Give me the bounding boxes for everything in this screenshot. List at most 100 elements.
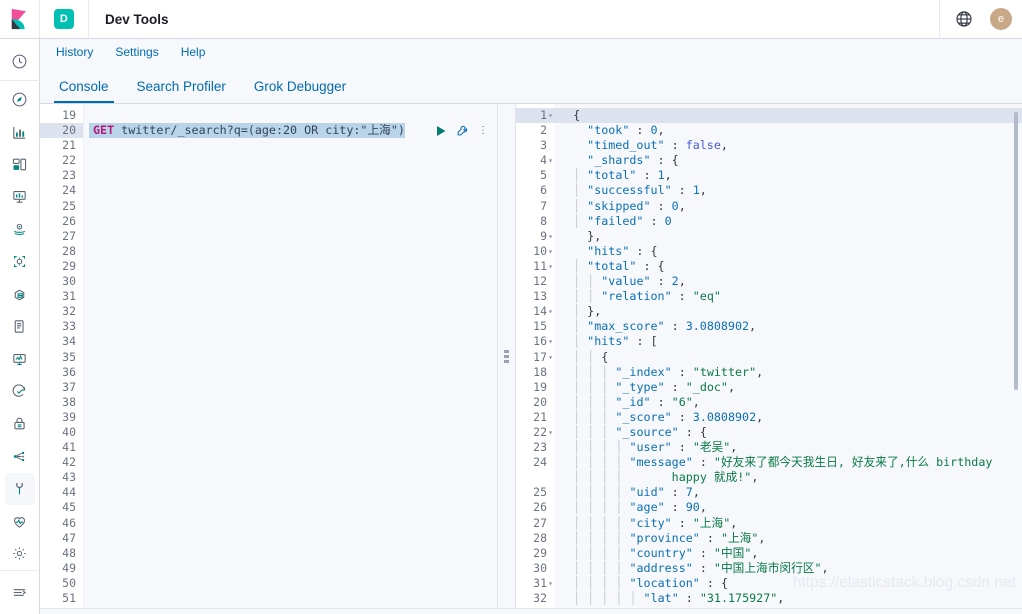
pane-splitter[interactable] [497,104,516,608]
sidebar-item-machine-learning[interactable] [0,246,40,278]
request-code-line[interactable] [84,500,497,515]
request-code-line[interactable] [84,395,497,410]
sidebar-item-graph[interactable] [0,440,40,472]
fold-toggle-icon[interactable]: ▾ [548,576,553,591]
sidebar-item-canvas[interactable] [0,181,40,213]
request-code-line[interactable] [84,183,497,198]
response-line-number: 28 [533,530,547,545]
sidebar-item-recently-viewed[interactable] [0,45,40,77]
sidebar-item-dashboard[interactable] [0,148,40,180]
request-options-wrench-icon[interactable] [456,124,469,137]
fold-toggle-icon[interactable]: ▾ [548,153,553,168]
tab-search-profiler[interactable]: Search Profiler [123,79,240,103]
sidebar-item-visualize[interactable] [0,116,40,148]
request-line-number: 23 [62,168,76,183]
fold-toggle-icon[interactable]: ▾ [548,334,553,349]
response-scrollbar-thumb[interactable] [1014,112,1018,390]
request-code-line[interactable] [84,108,497,123]
request-code-area[interactable]: GET twitter/_search?q=(age:20 OR city:"上… [84,104,497,608]
fold-toggle-icon[interactable]: ▾ [548,425,553,440]
request-code-line[interactable]: GET twitter/_search?q=(age:20 OR city:"上… [84,123,497,139]
request-code-line[interactable] [84,365,497,380]
request-code-line[interactable] [84,455,497,470]
response-code-line: }, [573,228,602,243]
fold-toggle-icon[interactable]: ▾ [548,259,553,274]
request-editor-pane[interactable]: 19 20 21 22 23 24 25 26 27 28 29 30 31 32 33 34 35 36 37 38… [40,104,497,608]
sidebar-item-siem[interactable] [0,408,40,440]
request-code-line[interactable] [84,199,497,214]
request-code-line[interactable] [84,440,497,455]
fold-toggle-icon[interactable]: ▾ [548,229,553,244]
page-title: Dev Tools [105,11,169,27]
response-line-number: 8 [540,213,547,228]
sidebar-item-dev-tools[interactable] [4,472,35,506]
response-viewer-pane[interactable]: 1 ▾ 2 3 4 ▾ 5 6 7 8 9 ▾ 10 ▾ 11 ▾ 12 13 14 ▾ 15 16 ▾ 17 ▾ 18 19 20 2… [516,104,1022,608]
request-code-line[interactable] [84,531,497,546]
request-code-line[interactable] [84,259,497,274]
request-code-line[interactable] [84,591,497,606]
response-line-number: 23 [533,440,547,455]
request-line-number: 29 [62,258,76,273]
menu-item-help[interactable]: Help [170,45,217,59]
request-code-line[interactable] [84,470,497,485]
monitoring-heartbeat-icon [14,516,25,528]
request-code-line[interactable] [84,380,497,395]
app-badge: D [54,9,74,29]
sidebar-item-maps[interactable] [0,213,40,245]
fold-toggle-icon[interactable]: ▾ [548,304,553,319]
request-code-line[interactable] [84,561,497,576]
request-code-line[interactable] [84,304,497,319]
sidebar-collapse-toggle[interactable] [0,574,40,610]
sidebar-item-uptime[interactable] [0,375,40,407]
menu-item-settings[interactable]: Settings [104,45,169,59]
request-code-line[interactable] [84,350,497,365]
fold-toggle-icon[interactable]: ▾ [548,244,553,259]
request-code-line[interactable] [84,516,497,531]
response-line-number: 22 ▾ [533,424,553,440]
dashboard-icon [12,158,27,171]
response-code-line: "took" : 0, [573,123,665,138]
sidebar-item-discover[interactable] [0,83,40,115]
kibana-home-link[interactable] [0,0,40,38]
request-query-text[interactable]: GET twitter/_search?q=(age:20 OR city:"上… [89,123,405,139]
request-code-line[interactable] [84,244,497,259]
request-line-number: 37 [62,379,76,394]
request-code-line[interactable] [84,214,497,229]
response-scrollbar[interactable] [1011,104,1021,608]
response-code-area[interactable]: { "took" : 0, "timed_out" : false, "_sha… [554,104,1022,608]
more-actions-icon[interactable]: ⋮ [478,123,488,138]
avatar[interactable]: e [990,8,1012,30]
request-code-line[interactable] [84,485,497,500]
request-code-line[interactable] [84,546,497,561]
request-actions: ⋮ [435,123,497,138]
console-tabs: Console Search Profiler Grok Debugger [40,65,1022,104]
siem-lock-icon [14,418,25,430]
run-query-play-icon[interactable] [435,125,447,137]
request-code-line[interactable] [84,138,497,153]
request-code-line[interactable] [84,274,497,289]
tab-console[interactable]: Console [45,79,123,103]
tab-grok-debugger[interactable]: Grok Debugger [240,79,360,103]
menu-item-history[interactable]: History [45,45,104,59]
fold-toggle-icon[interactable]: ▾ [548,108,553,123]
fold-toggle-icon[interactable]: ▾ [548,350,553,365]
request-line-number: 22 [62,153,76,168]
response-code-line: │ │ │ "_index" : "twitter", [573,364,764,379]
request-code-line[interactable] [84,410,497,425]
sidebar-item-management[interactable] [0,537,40,569]
request-code-line[interactable] [84,576,497,591]
request-code-line[interactable] [84,168,497,183]
global-header: D Dev Tools e [0,0,1022,39]
sidebar-item-logs[interactable] [0,310,40,342]
request-code-line[interactable] [84,319,497,334]
request-code-line[interactable] [84,289,497,304]
request-code-line[interactable] [84,334,497,349]
request-code-line[interactable] [84,153,497,168]
globe-help-icon[interactable] [954,9,974,29]
sidebar-item-monitoring[interactable] [0,505,40,537]
sidebar-item-infrastructure[interactable] [0,278,40,310]
sidebar-item-apm[interactable] [0,343,40,375]
request-code-line[interactable] [84,425,497,440]
request-code-line[interactable] [84,229,497,244]
nav-footer-divider [0,570,40,571]
